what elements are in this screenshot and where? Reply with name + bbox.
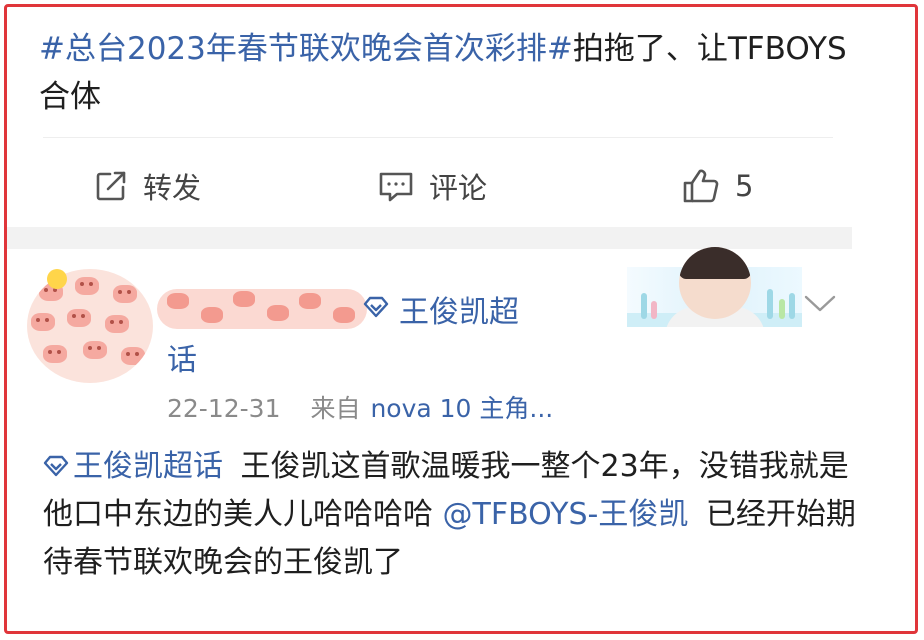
diamond-supertopic-icon — [363, 296, 389, 322]
post-content: #总台2023年春节联欢晚会首次彩排#拍拖了、让TFBOYS合体 — [39, 25, 859, 121]
screenshot-frame: #总台2023年春节联欢晚会首次彩排#拍拖了、让TFBOYS合体 转发 评论 5… — [4, 4, 918, 634]
like-button[interactable]: 5 — [681, 157, 753, 215]
supertopic-name: 王俊凯超 — [399, 295, 519, 330]
post-action-bar: 转发 评论 5 — [7, 157, 887, 215]
comment-icon — [377, 168, 415, 204]
like-count: 5 — [735, 169, 754, 203]
thumbs-up-icon — [681, 167, 721, 205]
avatar-badge — [47, 269, 67, 289]
device-source-link[interactable]: nova 10 主角... — [370, 394, 553, 423]
repost-label: 转发 — [143, 171, 202, 205]
comment-body: 王俊凯超话 王俊凯这首歌温暖我一整个23年，没错我就是他口中东边的美人儿哈哈哈哈… — [43, 443, 863, 587]
share-edit-icon — [93, 168, 129, 204]
comment-date: 22-12-31 — [167, 394, 281, 423]
divider — [43, 137, 833, 138]
source-prefix: 来自 — [310, 394, 361, 423]
comment-label: 评论 — [429, 171, 488, 205]
section-divider — [7, 227, 852, 249]
comment-meta: 22-12-31 来自 nova 10 主角... — [167, 389, 553, 425]
post-topic-link[interactable]: #总台2023年春节联欢晚会首次彩排# — [39, 31, 573, 67]
chevron-down-icon[interactable] — [803, 293, 837, 319]
avatar[interactable] — [27, 269, 153, 383]
redacted-username[interactable] — [157, 289, 367, 329]
comment-button[interactable]: 评论 — [377, 157, 487, 215]
comment-topic-label: 王俊凯超话 — [73, 449, 223, 484]
supertopic-badge[interactable]: 王俊凯超 — [363, 287, 519, 331]
repost-button[interactable]: 转发 — [93, 157, 201, 215]
diamond-supertopic-icon — [43, 455, 69, 477]
mention-link[interactable]: @TFBOYS-王俊凯 — [443, 497, 689, 532]
supertopic-name-wrap: 话 — [167, 343, 197, 378]
comment-topic-link[interactable]: 王俊凯超话 — [43, 449, 223, 484]
user-banner-image — [627, 247, 802, 327]
